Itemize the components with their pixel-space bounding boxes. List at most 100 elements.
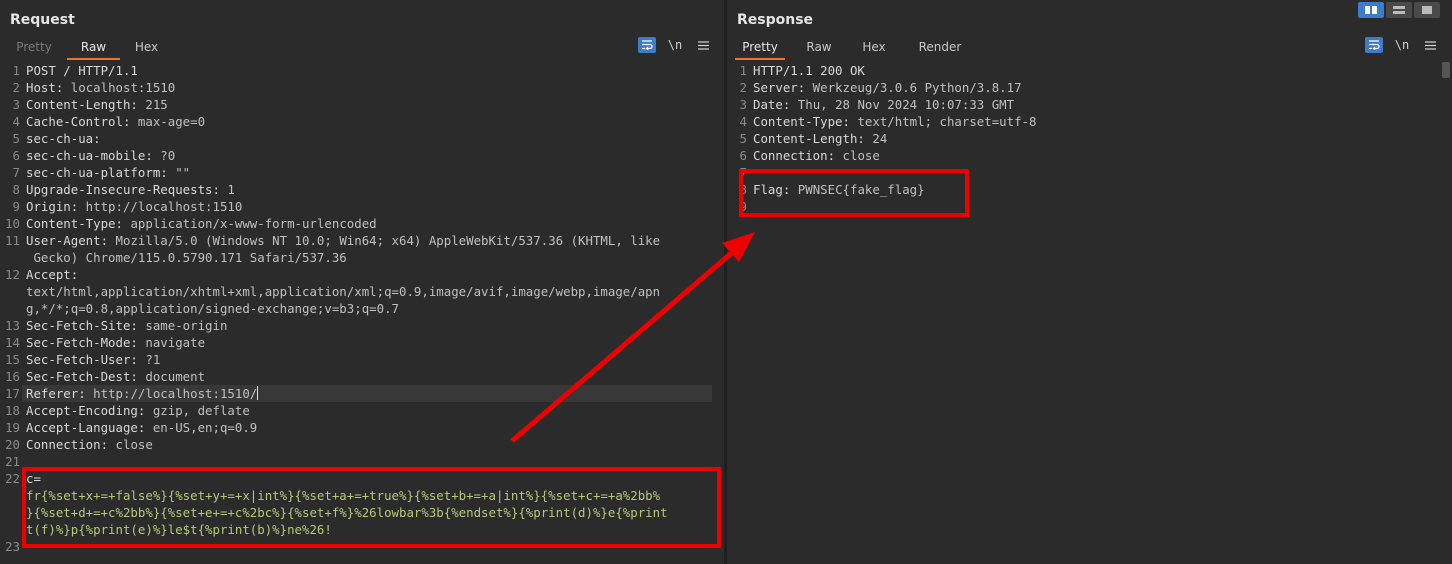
code-line[interactable]: 1 POST / HTTP/1.1 xyxy=(0,62,724,79)
header-value: 24 xyxy=(864,131,888,146)
code-line[interactable]: 15 Sec-Fetch-User: ?1 xyxy=(0,351,724,368)
request-tab-pretty[interactable]: Pretty xyxy=(15,38,53,60)
tabbed-layout-icon[interactable] xyxy=(1414,2,1440,18)
line-number: 19 xyxy=(5,420,20,435)
line-number: 15 xyxy=(5,352,20,367)
code-line[interactable]: 4 Content-Type: text/html; charset=utf-8 xyxy=(727,113,1452,130)
code-line[interactable]: 1 HTTP/1.1 200 OK xyxy=(727,62,1452,79)
header-name: Accept-Encoding: xyxy=(26,403,146,418)
wrap-lines-icon[interactable] xyxy=(638,37,656,53)
header-value: Mozilla/5.0 (Windows NT 10.0; Win64; x64… xyxy=(108,233,661,248)
code-line[interactable]: 4 Cache-Control: max-age=0 xyxy=(0,113,724,130)
menu-icon[interactable] xyxy=(694,37,712,53)
response-tools: \n xyxy=(1365,37,1439,53)
response-tab-raw[interactable]: Raw xyxy=(795,38,843,60)
wrap-lines-icon[interactable] xyxy=(1365,37,1383,53)
line-number: 14 xyxy=(5,335,20,350)
code-line[interactable]: 13 Sec-Fetch-Site: same-origin xyxy=(0,317,724,334)
code-line[interactable]: 17 Referer: http://localhost:1510/ xyxy=(0,385,724,402)
line-number: 17 xyxy=(5,386,20,401)
code-line[interactable]: text/html,application/xhtml+xml,applicat… xyxy=(0,283,724,300)
code-line[interactable]: 3 Content-Length: 215 xyxy=(0,96,724,113)
code-line[interactable]: 5 sec-ch-ua: xyxy=(0,130,724,147)
request-title: Request xyxy=(10,12,75,28)
code-line[interactable]: 2 Server: Werkzeug/3.0.6 Python/3.8.17 xyxy=(727,79,1452,96)
header-name: POST / HTTP/1.1 xyxy=(26,63,138,78)
header-name: Upgrade-Insecure-Requests: xyxy=(26,182,220,197)
line-content: Referer: http://localhost:1510/ xyxy=(26,385,259,402)
request-tabs: Pretty Raw Hex xyxy=(0,38,173,60)
line-content: Accept-Language: en-US,en;q=0.9 xyxy=(26,419,257,436)
line-number: 23 xyxy=(5,539,20,554)
code-line[interactable]: 6 sec-ch-ua-mobile: ?0 xyxy=(0,147,724,164)
code-line[interactable]: Gecko) Chrome/115.0.5790.171 Safari/537.… xyxy=(0,249,724,266)
code-line[interactable]: 3 Date: Thu, 28 Nov 2024 10:07:33 GMT xyxy=(727,96,1452,113)
code-line[interactable]: 5 Content-Length: 24 xyxy=(727,130,1452,147)
code-line[interactable]: 8 Upgrade-Insecure-Requests: 1 xyxy=(0,181,724,198)
header-value: http://localhost:1510/ xyxy=(85,386,258,401)
line-content: User-Agent: Mozilla/5.0 (Windows NT 10.0… xyxy=(26,232,660,249)
line-content: Content-Type: text/html; charset=utf-8 xyxy=(753,113,1036,130)
request-tab-raw[interactable]: Raw xyxy=(67,38,120,60)
code-line[interactable]: 7 sec-ch-ua-platform: "" xyxy=(0,164,724,181)
code-line[interactable]: 20 Connection: close xyxy=(0,436,724,453)
show-newlines-icon[interactable]: \n xyxy=(1393,37,1411,53)
line-number: 8 xyxy=(12,182,20,197)
response-pane: Response Pretty Raw Hex Render \n 1 HTTP/… xyxy=(727,0,1452,564)
header-name: sec-ch-ua-mobile: xyxy=(26,148,153,163)
line-content: Accept: xyxy=(26,266,78,283)
response-title: Response xyxy=(737,12,814,28)
code-line[interactable]: 6 Connection: close xyxy=(727,147,1452,164)
line-number: 21 xyxy=(5,454,20,469)
header-name: sec-ch-ua-platform: xyxy=(26,165,168,180)
line-content: sec-ch-ua: xyxy=(26,130,101,147)
layout-buttons xyxy=(1358,2,1440,18)
header-name: Server: xyxy=(753,80,806,95)
code-line[interactable]: 2 Host: localhost:1510 xyxy=(0,79,724,96)
code-line[interactable]: g,*/*;q=0.8,application/signed-exchange;… xyxy=(0,300,724,317)
response-tab-hex[interactable]: Hex xyxy=(851,38,897,60)
request-tools: \n xyxy=(638,37,712,53)
line-content: Sec-Fetch-Dest: document xyxy=(26,368,205,385)
response-scrollbar[interactable] xyxy=(1442,62,1450,78)
code-line[interactable]: 11 User-Agent: Mozilla/5.0 (Windows NT 10… xyxy=(0,232,724,249)
header-value: max-age=0 xyxy=(130,114,206,129)
line-content: Content-Length: 215 xyxy=(26,96,168,113)
line-content: text/html,application/xhtml+xml,applicat… xyxy=(26,283,660,300)
menu-icon[interactable] xyxy=(1421,37,1439,53)
header-value: Thu, 28 Nov 2024 10:07:33 GMT xyxy=(790,97,1015,112)
code-line[interactable]: 16 Sec-Fetch-Dest: document xyxy=(0,368,724,385)
code-line[interactable]: 14 Sec-Fetch-Mode: navigate xyxy=(0,334,724,351)
header-name: Cache-Control: xyxy=(26,114,131,129)
request-tab-hex[interactable]: Hex xyxy=(120,38,173,60)
header-name: Origin: xyxy=(26,199,79,214)
code-line[interactable]: 10 Content-Type: application/x-www-form-u… xyxy=(0,215,724,232)
line-number: 3 xyxy=(12,97,20,112)
line-content: g,*/*;q=0.8,application/signed-exchange;… xyxy=(26,300,399,317)
payload-highlight-box xyxy=(22,467,721,548)
split-horizontal-icon[interactable] xyxy=(1358,2,1384,18)
header-name: Date: xyxy=(753,97,791,112)
line-number: 6 xyxy=(12,148,20,163)
code-line[interactable]: 19 Accept-Language: en-US,en;q=0.9 xyxy=(0,419,724,436)
header-name: Host: xyxy=(26,80,64,95)
header-name: Connection: xyxy=(753,148,836,163)
header-value: document xyxy=(137,369,206,384)
show-newlines-icon[interactable]: \n xyxy=(666,37,684,53)
line-number: 9 xyxy=(12,199,20,214)
response-editor[interactable]: 1 HTTP/1.1 200 OK 2 Server: Werkzeug/3.0.6 … xyxy=(727,62,1452,564)
line-content: sec-ch-ua-mobile: ?0 xyxy=(26,147,175,164)
line-content: HTTP/1.1 200 OK xyxy=(753,62,865,79)
code-line[interactable]: 12 Accept: xyxy=(0,266,724,283)
code-line[interactable]: 18 Accept-Encoding: gzip, deflate xyxy=(0,402,724,419)
header-value: close xyxy=(108,437,153,452)
header-name: Referer: xyxy=(26,386,86,401)
response-tab-pretty[interactable]: Pretty xyxy=(735,38,785,60)
code-line[interactable]: 9 Origin: http://localhost:1510 xyxy=(0,198,724,215)
header-value: gzip, deflate xyxy=(145,403,250,418)
header-value: 215 xyxy=(137,97,168,112)
line-content: Sec-Fetch-Mode: navigate xyxy=(26,334,205,351)
response-tab-render[interactable]: Render xyxy=(907,38,973,60)
line-number: 18 xyxy=(5,403,20,418)
split-vertical-icon[interactable] xyxy=(1386,2,1412,18)
